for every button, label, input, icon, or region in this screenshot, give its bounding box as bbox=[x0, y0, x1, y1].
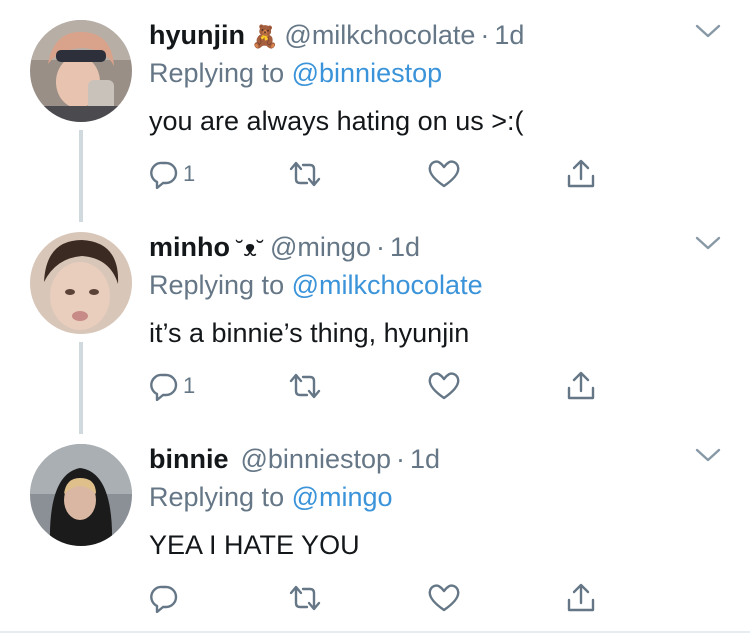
retweet-icon bbox=[289, 161, 321, 187]
replying-to-mention[interactable]: @binniestop bbox=[292, 58, 443, 88]
reply-button[interactable]: 1 bbox=[149, 156, 195, 192]
replying-to-label: Replying to bbox=[149, 270, 285, 300]
avatar-image bbox=[30, 232, 132, 334]
chevron-down-icon[interactable] bbox=[695, 22, 721, 40]
user-handle[interactable]: @milkchocolate bbox=[284, 20, 475, 50]
like-button[interactable] bbox=[427, 156, 461, 192]
share-icon bbox=[567, 159, 595, 188]
avatar[interactable] bbox=[30, 20, 132, 122]
tweet-actions: 1 bbox=[149, 368, 619, 404]
chevron-down-icon[interactable] bbox=[695, 234, 721, 252]
display-name[interactable]: binnie bbox=[149, 444, 229, 474]
timestamp[interactable]: 1d bbox=[390, 232, 420, 262]
like-button[interactable] bbox=[427, 368, 461, 404]
timestamp[interactable]: 1d bbox=[494, 20, 524, 50]
conversation-thread: hyunjin 🧸 @milkchocolate · 1d Replying to @b… bbox=[0, 0, 750, 633]
retweet-button[interactable] bbox=[285, 368, 325, 404]
replying-to-mention[interactable]: @milkchocolate bbox=[292, 270, 483, 300]
share-button[interactable] bbox=[565, 580, 597, 616]
reply-count: 1 bbox=[183, 373, 196, 398]
avatar-image bbox=[30, 20, 132, 122]
reply-icon bbox=[150, 373, 178, 401]
name-emoji: ˘ᴥ˘ bbox=[236, 236, 265, 261]
retweet-icon bbox=[289, 585, 321, 611]
name-emoji: 🧸 bbox=[251, 24, 279, 49]
heart-icon bbox=[428, 372, 460, 400]
tweet-text: it’s a binnie’s thing, hyunjin bbox=[149, 318, 470, 348]
retweet-button[interactable] bbox=[285, 156, 325, 192]
tweet-header: binnie @binniestop · 1d bbox=[149, 442, 440, 478]
display-name[interactable]: hyunjin bbox=[149, 20, 245, 50]
avatar-image bbox=[30, 444, 132, 546]
tweet-actions bbox=[149, 580, 619, 616]
avatar[interactable] bbox=[30, 444, 132, 546]
tweet[interactable]: minho ˘ᴥ˘ @mingo · 1d Replying to @milkchoco… bbox=[0, 212, 750, 423]
retweet-button[interactable] bbox=[285, 580, 325, 616]
reply-button[interactable] bbox=[149, 580, 183, 616]
display-name[interactable]: minho bbox=[149, 232, 230, 262]
tweet[interactable]: binnie @binniestop · 1d Replying to @mingo … bbox=[0, 424, 750, 635]
tweet-text: you are always hating on us >:( bbox=[149, 106, 524, 136]
user-handle[interactable]: @mingo bbox=[270, 232, 371, 262]
replying-to-label: Replying to bbox=[149, 482, 285, 512]
timestamp[interactable]: 1d bbox=[410, 444, 440, 474]
user-handle[interactable]: @binniestop bbox=[241, 444, 392, 474]
separator-dot: · bbox=[480, 20, 490, 50]
reply-button[interactable]: 1 bbox=[149, 368, 195, 404]
reply-icon bbox=[150, 161, 178, 189]
replying-to-label: Replying to bbox=[149, 58, 285, 88]
like-button[interactable] bbox=[427, 580, 461, 616]
replying-to: Replying to @binniestop bbox=[149, 56, 442, 90]
retweet-icon bbox=[289, 373, 321, 399]
share-icon bbox=[567, 371, 595, 400]
avatar[interactable] bbox=[30, 232, 132, 334]
separator-dot: · bbox=[396, 444, 406, 474]
reply-count: 1 bbox=[183, 161, 196, 186]
share-icon bbox=[567, 583, 595, 612]
tweet-header: minho ˘ᴥ˘ @mingo · 1d bbox=[149, 230, 420, 266]
replying-to: Replying to @mingo bbox=[149, 480, 393, 514]
tweet-header: hyunjin 🧸 @milkchocolate · 1d bbox=[149, 18, 524, 54]
replying-to: Replying to @milkchocolate bbox=[149, 268, 483, 302]
tweet[interactable]: hyunjin 🧸 @milkchocolate · 1d Replying to @b… bbox=[0, 0, 750, 211]
replying-to-mention[interactable]: @mingo bbox=[292, 482, 393, 512]
heart-icon bbox=[428, 584, 460, 612]
share-button[interactable] bbox=[565, 368, 597, 404]
chevron-down-icon[interactable] bbox=[695, 446, 721, 464]
separator-dot: · bbox=[375, 232, 385, 262]
reply-icon bbox=[150, 585, 178, 613]
tweet-actions: 1 bbox=[149, 156, 619, 192]
share-button[interactable] bbox=[565, 156, 597, 192]
tweet-text: YEA I HATE YOU bbox=[149, 530, 360, 560]
heart-icon bbox=[428, 160, 460, 188]
